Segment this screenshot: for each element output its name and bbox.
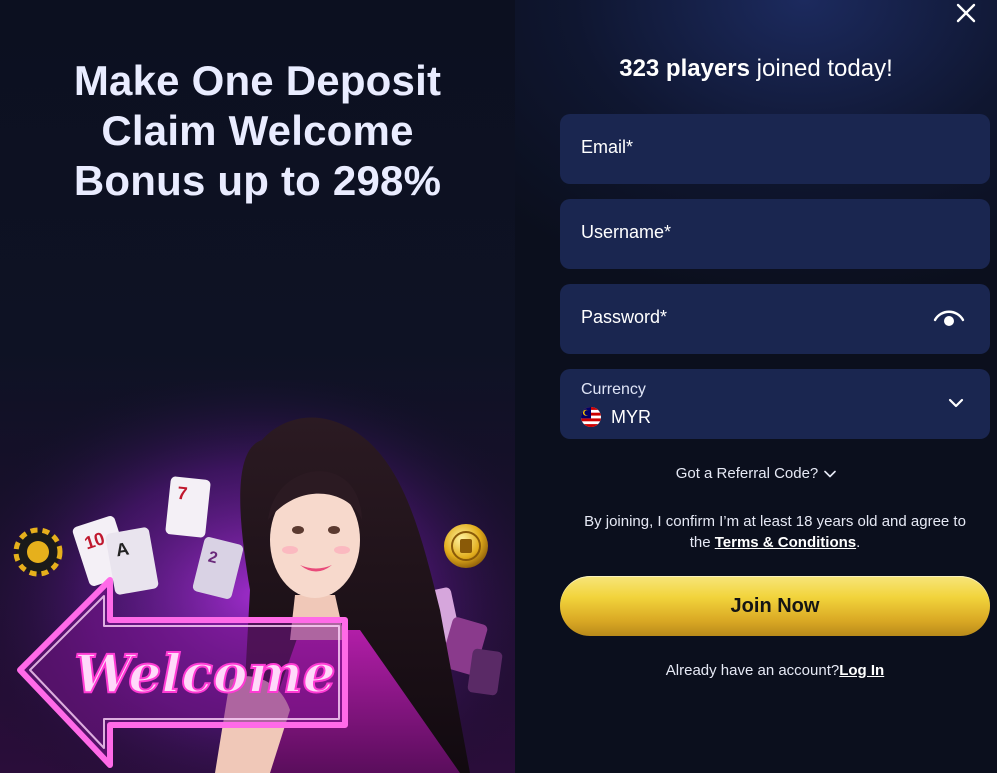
players-joined-headline: 323 players joined today! (515, 55, 997, 83)
terms-link[interactable]: Terms & Conditions (715, 534, 856, 551)
terms-suffix: . (856, 534, 861, 551)
chevron-down-icon (824, 470, 837, 478)
svg-text:7: 7 (176, 483, 188, 504)
players-count: 323 players (619, 55, 750, 82)
referral-code-toggle[interactable]: Got a Referral Code? (515, 465, 997, 482)
promo-panel: Make One Deposit Claim Welcome Bonus up … (0, 0, 515, 773)
promo-title: Make One Deposit Claim Welcome Bonus up … (0, 56, 515, 206)
promo-illustration: 10 A 7 2 Welcome (0, 380, 515, 773)
email-label: Email* (581, 137, 634, 157)
username-field[interactable]: Username* (560, 199, 990, 269)
email-field[interactable]: Email* (560, 114, 990, 184)
referral-label: Got a Referral Code? (675, 465, 819, 482)
gold-coin-icon (444, 524, 488, 568)
login-link[interactable]: Log In (839, 662, 884, 679)
eye-icon[interactable] (933, 306, 965, 330)
signup-form-panel: 323 players joined today! Email* Usernam… (515, 0, 997, 773)
currency-label: Currency (581, 381, 646, 398)
currency-value: MYR (611, 407, 651, 427)
promo-title-line-3: Bonus up to 298% (73, 157, 442, 204)
promo-title-line-2: Claim Welcome (101, 107, 414, 154)
welcome-sign-text: Welcome (74, 644, 335, 705)
password-field[interactable]: Password* (560, 284, 990, 354)
join-now-button[interactable]: Join Now (560, 576, 990, 636)
promo-title-line-1: Make One Deposit (73, 57, 442, 104)
username-label: Username* (581, 222, 672, 242)
chevron-down-icon (948, 398, 964, 408)
terms-notice: By joining, I confirm I’m at least 18 ye… (575, 511, 975, 553)
malaysia-flag-icon (581, 407, 601, 427)
login-prompt: Already have an account?Log In (515, 662, 997, 679)
casino-chip-icon (13, 527, 63, 577)
password-label: Password* (581, 307, 668, 327)
players-suffix: joined today! (750, 55, 893, 82)
close-icon[interactable] (953, 0, 979, 26)
login-prefix: Already have an account? (665, 662, 840, 679)
currency-select[interactable]: Currency MYR (560, 369, 990, 439)
